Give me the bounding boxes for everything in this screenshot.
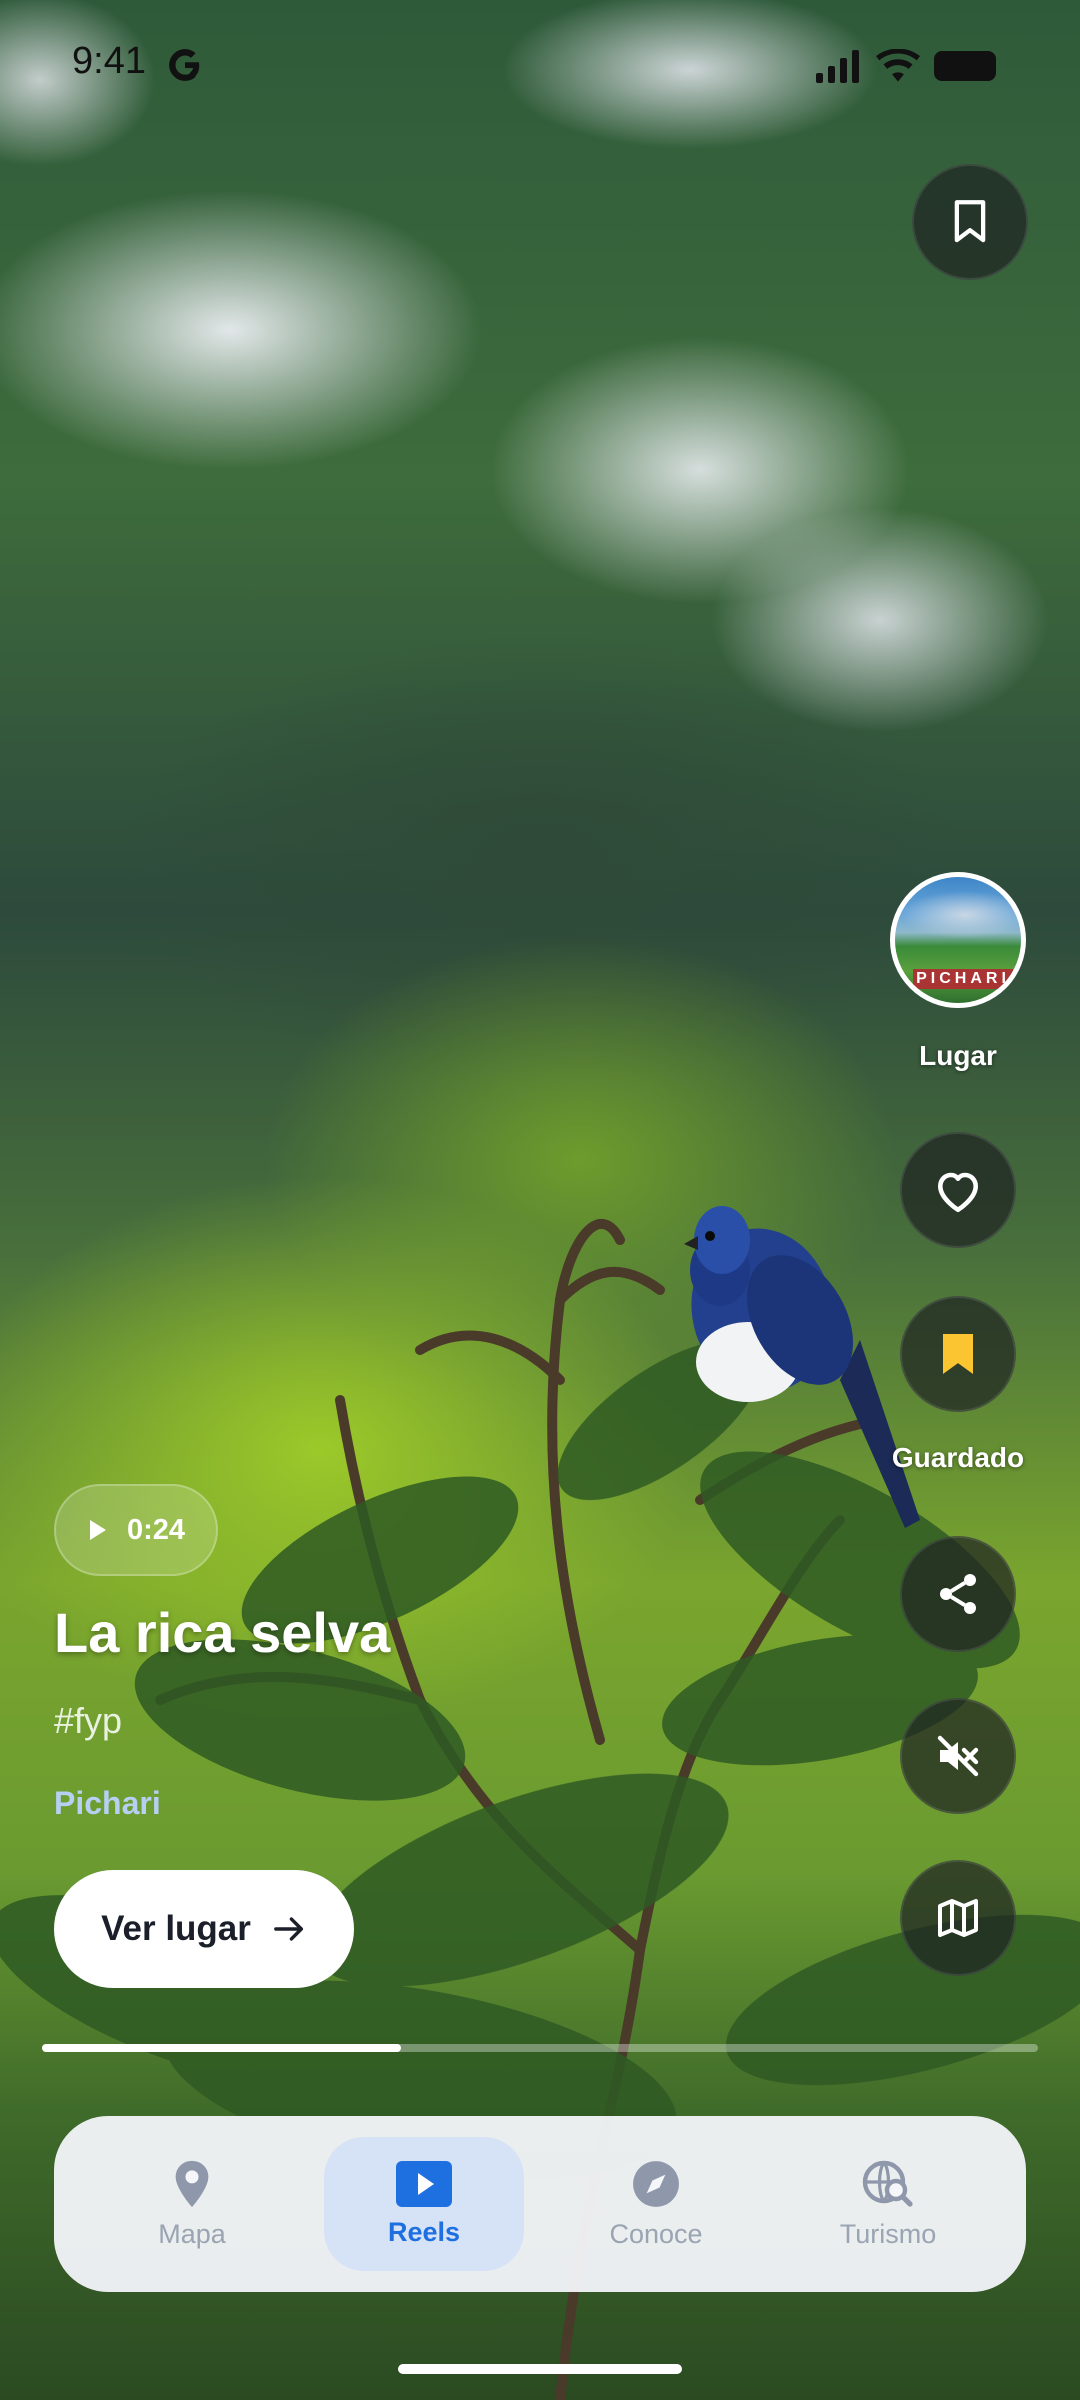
place-avatar-sign: PICHARI: [913, 969, 1013, 989]
like-button[interactable]: [900, 1132, 1016, 1248]
nav-label-conoce: Conoce: [609, 2218, 703, 2249]
status-bar: 9:41: [0, 0, 1080, 130]
play-small-icon: [89, 1520, 106, 1540]
status-time: 9:41: [72, 40, 146, 82]
folded-map-icon: [938, 1899, 978, 1937]
bookmark-filled-icon: [943, 1334, 973, 1374]
place-link[interactable]: Pichari: [54, 1785, 161, 1822]
save-button[interactable]: [900, 1296, 1016, 1412]
saved-label: Guardado: [891, 1442, 1025, 1473]
bottom-navigation: Mapa Reels Conoce Turismo: [54, 2116, 1026, 2292]
share-icon: [940, 1574, 976, 1614]
bookmark-outline-icon: [954, 200, 986, 243]
wifi-icon: [876, 49, 920, 82]
video-progress-fill: [42, 2044, 401, 2052]
map-pin-icon: [175, 2160, 209, 2207]
nav-label-turismo: Turismo: [839, 2218, 937, 2249]
heart-icon: [938, 1172, 978, 1213]
google-icon: [169, 49, 200, 81]
view-place-label: Ver lugar: [101, 1909, 251, 1948]
nav-item-reels[interactable]: Reels: [324, 2137, 524, 2271]
arrow-right-icon: [274, 1917, 303, 1941]
video-title: La rica selva: [54, 1601, 391, 1664]
nav-item-turismo[interactable]: Turismo: [788, 2137, 988, 2271]
compass-icon: [633, 2160, 679, 2207]
status-icons: [814, 46, 998, 86]
nav-item-conoce[interactable]: Conoce: [556, 2137, 756, 2271]
nav-item-mapa[interactable]: Mapa: [92, 2137, 292, 2271]
video-hashtag[interactable]: #fyp: [54, 1700, 122, 1742]
duration-badge: 0:24: [54, 1484, 218, 1576]
mute-button[interactable]: [900, 1698, 1016, 1814]
duration-text: 0:24: [126, 1513, 186, 1546]
place-label: Lugar: [919, 1040, 997, 1071]
place-avatar[interactable]: PICHARI: [890, 872, 1026, 1008]
map-button[interactable]: [900, 1860, 1016, 1976]
video-progress-bar[interactable]: [42, 2044, 1038, 2052]
nav-label-reels: Reels: [387, 2216, 461, 2247]
view-place-button[interactable]: Ver lugar: [54, 1870, 354, 1988]
nav-label-mapa: Mapa: [158, 2218, 226, 2249]
home-indicator[interactable]: [398, 2364, 682, 2374]
volume-off-icon: [937, 1735, 979, 1777]
bookmark-top-button[interactable]: [912, 164, 1028, 280]
signal-icon: [816, 50, 859, 83]
battery-icon: [934, 51, 996, 81]
play-icon: [396, 2160, 452, 2207]
globe-search-icon: [862, 2160, 913, 2207]
share-button[interactable]: [900, 1536, 1016, 1652]
